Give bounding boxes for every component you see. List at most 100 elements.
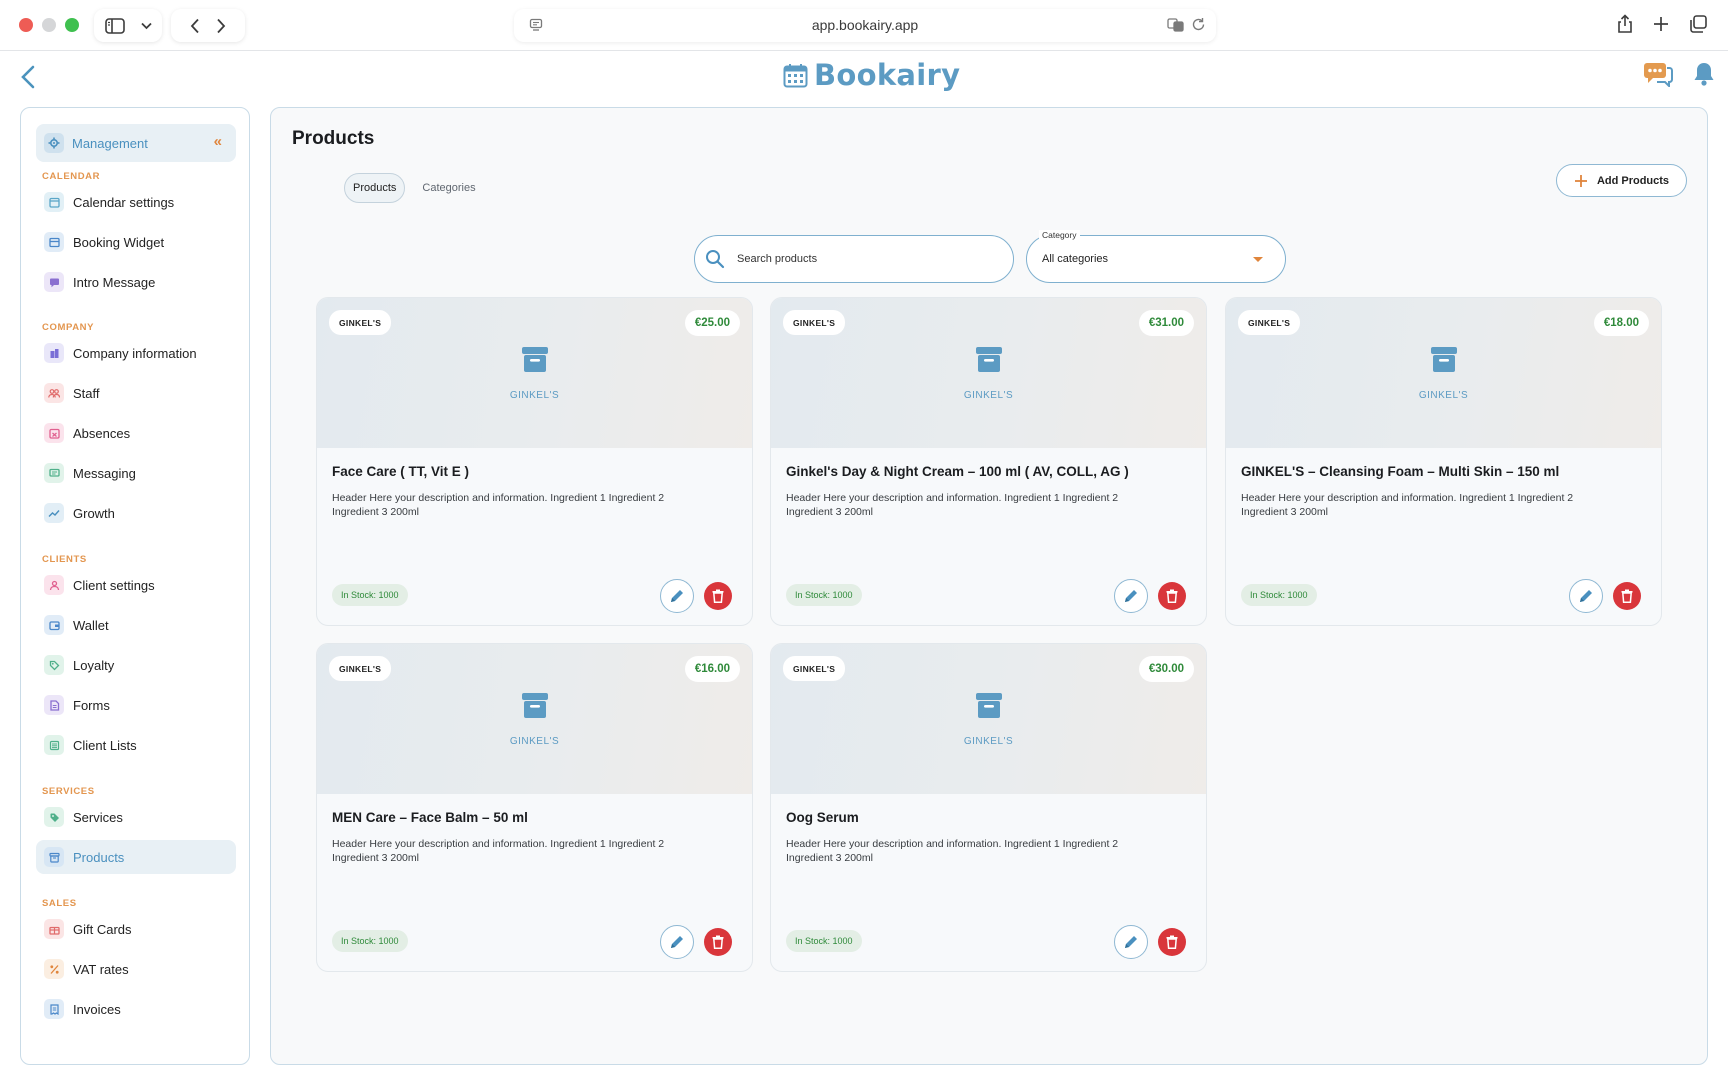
section-title-services: SERVICES	[42, 786, 95, 797]
search-input[interactable]	[737, 253, 977, 265]
product-card[interactable]: GINKEL'S €18.00 GINKEL'S GINKEL'S – Clea…	[1225, 297, 1662, 626]
browser-back-icon[interactable]	[190, 18, 200, 34]
sidebar-item-messaging[interactable]: Messaging	[36, 456, 236, 490]
back-arrow-icon[interactable]	[17, 62, 39, 92]
minimize-window-button[interactable]	[42, 18, 56, 32]
image-caption: GINKEL'S	[509, 736, 560, 747]
sidebar-item-products[interactable]: Products	[36, 840, 236, 874]
delete-product-button[interactable]	[704, 928, 732, 956]
reload-icon[interactable]	[1191, 17, 1206, 32]
plus-icon	[1574, 174, 1587, 187]
sidebar-item-intro-message[interactable]: Intro Message	[36, 265, 236, 299]
section-title-clients: CLIENTS	[42, 554, 87, 565]
pencil-icon	[1125, 590, 1137, 602]
product-card[interactable]: GINKEL'S €30.00 GINKEL'S Oog Serum Heade…	[770, 643, 1207, 972]
sidebar-item-wallet[interactable]: Wallet	[36, 608, 236, 642]
sidebar-item-calendar-settings[interactable]: Calendar settings	[36, 185, 236, 219]
translate-icon[interactable]	[1167, 17, 1185, 33]
chevron-down-icon	[140, 22, 152, 29]
section-title-sales: SALES	[42, 898, 77, 909]
caret-down-icon	[1253, 257, 1263, 262]
section-title-company: COMPANY	[42, 322, 95, 333]
edit-product-button[interactable]	[1569, 579, 1603, 613]
image-caption: GINKEL'S	[509, 390, 560, 401]
delete-product-button[interactable]	[1158, 582, 1186, 610]
page-title: Products	[292, 128, 375, 149]
browser-toolbar: app.bookairy.app	[0, 0, 1728, 51]
price-badge: €31.00	[1138, 310, 1194, 336]
stock-badge: In Stock: 1000	[332, 584, 408, 606]
price-badge: €25.00	[684, 310, 740, 336]
sidebar-item-gift-cards[interactable]: Gift Cards	[36, 912, 236, 946]
sidebar-item-forms[interactable]: Forms	[36, 688, 236, 722]
management-header[interactable]: Management «	[36, 124, 236, 162]
share-icon[interactable]	[1616, 14, 1634, 34]
product-image: GINKEL'S €25.00 GINKEL'S	[317, 298, 752, 448]
new-tab-icon[interactable]	[1652, 14, 1670, 34]
section-title-calendar: CALENDAR	[42, 171, 101, 182]
zoom-window-button[interactable]	[65, 18, 79, 32]
product-description: Header Here your description and informa…	[786, 838, 1119, 864]
product-description: Header Here your description and informa…	[332, 838, 665, 864]
delete-product-button[interactable]	[704, 582, 732, 610]
sidebar-item-company-information[interactable]: Company information	[36, 336, 236, 370]
product-card[interactable]: GINKEL'S €25.00 GINKEL'S Face Care ( TT,…	[316, 297, 753, 626]
stock-badge: In Stock: 1000	[1241, 584, 1317, 606]
notification-bell-icon[interactable]	[1693, 61, 1715, 87]
sidebar-item-invoices[interactable]: Invoices	[36, 992, 236, 1026]
product-card[interactable]: GINKEL'S €31.00 GINKEL'S Ginkel's Day & …	[770, 297, 1207, 626]
stock-badge: In Stock: 1000	[786, 930, 862, 952]
tab-products[interactable]: Products	[344, 173, 406, 203]
loyalty-icon	[44, 655, 64, 675]
address-bar[interactable]: app.bookairy.app	[514, 9, 1216, 42]
product-description: Header Here your description and informa…	[332, 492, 665, 518]
edit-product-button[interactable]	[660, 579, 694, 613]
trash-icon	[712, 589, 724, 603]
trash-icon	[1166, 935, 1178, 949]
delete-product-button[interactable]	[1158, 928, 1186, 956]
close-window-button[interactable]	[19, 18, 33, 32]
sidebar-item-vat-rates[interactable]: VAT rates	[36, 952, 236, 986]
product-card[interactable]: GINKEL'S €16.00 GINKEL'S MEN Care – Face…	[316, 643, 753, 972]
edit-product-button[interactable]	[1114, 579, 1148, 613]
add-products-button[interactable]: Add Products	[1556, 164, 1687, 197]
delete-product-button[interactable]	[1613, 582, 1641, 610]
image-caption: GINKEL'S	[963, 736, 1014, 747]
sidebar-item-growth[interactable]: Growth	[36, 496, 236, 530]
product-name: Oog Serum	[786, 810, 859, 825]
pencil-icon	[671, 936, 683, 948]
pencil-icon	[1580, 590, 1592, 602]
url-text: app.bookairy.app	[811, 17, 919, 33]
image-caption: GINKEL'S	[963, 390, 1014, 401]
trash-icon	[1621, 589, 1633, 603]
staff-icon	[44, 383, 64, 403]
price-badge: €18.00	[1593, 310, 1649, 336]
collapse-sidebar-icon[interactable]: «	[214, 133, 222, 150]
sidebar-item-staff[interactable]: Staff	[36, 376, 236, 410]
widget-icon	[44, 232, 64, 252]
sidebar-icon	[104, 17, 125, 34]
browser-forward-icon[interactable]	[216, 18, 226, 34]
archive-box-icon	[976, 693, 1002, 718]
tab-categories[interactable]: Categories	[414, 174, 483, 202]
product-name: GINKEL'S – Cleansing Foam – Multi Skin –…	[1241, 464, 1560, 479]
tab-overview-icon[interactable]	[1688, 14, 1708, 34]
sidebar-item-services[interactable]: Services	[36, 800, 236, 834]
edit-product-button[interactable]	[1114, 925, 1148, 959]
edit-product-button[interactable]	[660, 925, 694, 959]
building-icon	[44, 343, 64, 363]
archive-box-icon	[1431, 347, 1457, 372]
sidebar-toggle-button[interactable]	[94, 9, 162, 42]
sidebar-item-loyalty[interactable]: Loyalty	[36, 648, 236, 682]
brand-badge: GINKEL'S	[1238, 310, 1301, 335]
product-image: GINKEL'S €30.00 GINKEL'S	[771, 644, 1206, 794]
sidebar-item-absences[interactable]: Absences	[36, 416, 236, 450]
sidebar-item-client-lists[interactable]: Client Lists	[36, 728, 236, 762]
pencil-icon	[1125, 936, 1137, 948]
chat-bubbles-icon[interactable]	[1643, 61, 1673, 87]
category-select[interactable]: Category All categories	[1026, 230, 1286, 283]
search-icon	[706, 250, 725, 269]
sidebar-item-client-settings[interactable]: Client settings	[36, 568, 236, 602]
sidebar-item-booking-widget[interactable]: Booking Widget	[36, 225, 236, 259]
product-image: GINKEL'S €18.00 GINKEL'S	[1226, 298, 1661, 448]
